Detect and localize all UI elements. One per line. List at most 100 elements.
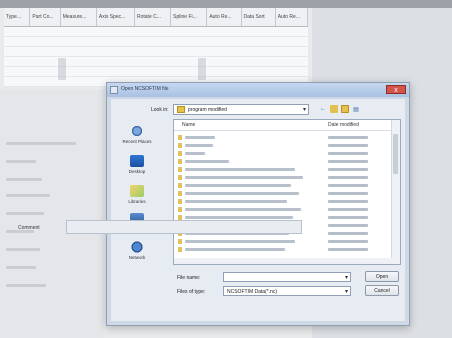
column-header[interactable]: Rotate C... [135, 8, 172, 26]
comment-field[interactable] [66, 220, 302, 234]
file-name-blurred [185, 192, 299, 195]
file-name-label: File name: [177, 275, 201, 281]
file-date-blurred [328, 240, 368, 243]
file-date-blurred [328, 184, 368, 187]
data-grid[interactable] [4, 27, 308, 87]
desktop-icon [130, 155, 144, 167]
horizontal-scrollbar[interactable] [174, 258, 392, 264]
file-date-blurred [328, 176, 368, 179]
scroll-thumb[interactable] [393, 134, 398, 174]
file-row[interactable] [178, 166, 390, 173]
recent-places-icon [130, 125, 144, 137]
file-date-blurred [328, 160, 368, 163]
column-date-modified[interactable]: Date modified [328, 122, 359, 128]
file-date-blurred [328, 248, 368, 251]
file-icon [178, 183, 182, 188]
blurred-text [6, 284, 46, 287]
file-type-label: Files of type: [177, 289, 206, 295]
column-header[interactable]: Axis Spec... [97, 8, 135, 26]
file-row[interactable] [178, 158, 390, 165]
column-name[interactable]: Name [182, 122, 195, 128]
column-header[interactable]: Part Co... [30, 8, 61, 26]
file-row[interactable] [178, 142, 390, 149]
file-name-blurred [185, 160, 229, 163]
folder-icon [177, 106, 185, 113]
file-row[interactable] [178, 174, 390, 181]
look-in-value: program modified [188, 107, 227, 113]
column-header[interactable]: Type... [4, 8, 31, 26]
places-bar: Recent Places Desktop Libraries Computer… [115, 125, 159, 267]
view-menu-icon[interactable]: ▤ [352, 105, 360, 113]
chevron-down-icon: ▾ [344, 289, 348, 295]
file-name-blurred [185, 176, 303, 179]
file-icon [178, 239, 182, 244]
back-icon[interactable]: ← [319, 105, 327, 113]
close-button[interactable]: x [386, 85, 406, 94]
place-label: Recent Places [122, 139, 152, 144]
file-name-blurred [185, 144, 213, 147]
file-name-input[interactable]: ▾ [223, 272, 351, 282]
cancel-button[interactable]: Cancel [365, 285, 399, 296]
app-icon [110, 86, 118, 94]
file-name-blurred [185, 200, 287, 203]
file-icon [178, 167, 182, 172]
up-folder-icon[interactable] [330, 105, 338, 113]
file-icon [178, 159, 182, 164]
app-title-bar [0, 0, 452, 8]
open-button[interactable]: Open [365, 271, 399, 282]
file-icon [178, 175, 182, 180]
libraries-icon [130, 185, 144, 197]
file-name-blurred [185, 168, 295, 171]
dialog-title-bar[interactable]: Open NCSOFTIM file x [107, 83, 409, 97]
dialog-title: Open NCSOFTIM file [121, 86, 169, 92]
blurred-text [6, 160, 36, 163]
file-row[interactable] [178, 246, 390, 253]
column-header[interactable]: Measure... [61, 8, 97, 26]
place-label: Network [128, 255, 146, 260]
file-date-blurred [328, 136, 368, 139]
chevron-down-icon: ▾ [344, 275, 348, 281]
place-label: Libraries [128, 199, 146, 204]
file-list[interactable]: Name Date modified [173, 119, 401, 265]
column-header[interactable]: Spline Fi... [171, 8, 208, 26]
blurred-text [6, 266, 36, 269]
place-network[interactable]: Network [115, 241, 159, 260]
file-type-select[interactable]: NCSOFTIM Data(*.nc) ▾ [223, 286, 351, 296]
look-in-label: Look in: [151, 107, 169, 113]
place-recent[interactable]: Recent Places [115, 125, 159, 144]
file-row[interactable] [178, 182, 390, 189]
file-type-value: NCSOFTIM Data(*.nc) [227, 289, 278, 295]
file-icon [178, 207, 182, 212]
open-file-dialog: Open NCSOFTIM file x Look in: program mo… [106, 82, 410, 326]
place-libraries[interactable]: Libraries [115, 185, 159, 204]
file-row[interactable] [178, 238, 390, 245]
column-header[interactable]: Auto Re... [207, 8, 242, 26]
column-header[interactable]: Data Sort [242, 8, 276, 26]
file-date-blurred [328, 216, 368, 219]
column-header[interactable]: Auto Re... [276, 8, 308, 26]
file-date-blurred [328, 208, 368, 211]
file-date-blurred [328, 224, 368, 227]
file-name-blurred [185, 152, 205, 155]
file-row[interactable] [178, 190, 390, 197]
blurred-text [6, 142, 76, 145]
dialog-body: Look in: program modified ▾ ← ▤ Recent P… [111, 99, 405, 321]
grid-cell-blur [58, 58, 66, 80]
place-label: Desktop [128, 169, 146, 174]
file-row[interactable] [178, 198, 390, 205]
place-desktop[interactable]: Desktop [115, 155, 159, 174]
dialog-toolbar: ← ▤ [319, 105, 360, 113]
file-date-blurred [328, 168, 368, 171]
vertical-scrollbar[interactable] [391, 120, 400, 264]
file-icon [178, 191, 182, 196]
look-in-dropdown[interactable]: program modified ▾ [173, 104, 309, 115]
file-row[interactable] [178, 134, 390, 141]
folder-icon [178, 143, 182, 148]
new-folder-icon[interactable] [341, 105, 349, 113]
divider [174, 130, 394, 131]
file-row[interactable] [178, 206, 390, 213]
blurred-text [6, 248, 40, 251]
network-icon [130, 241, 144, 253]
file-row[interactable] [178, 150, 390, 157]
file-date-blurred [328, 152, 368, 155]
